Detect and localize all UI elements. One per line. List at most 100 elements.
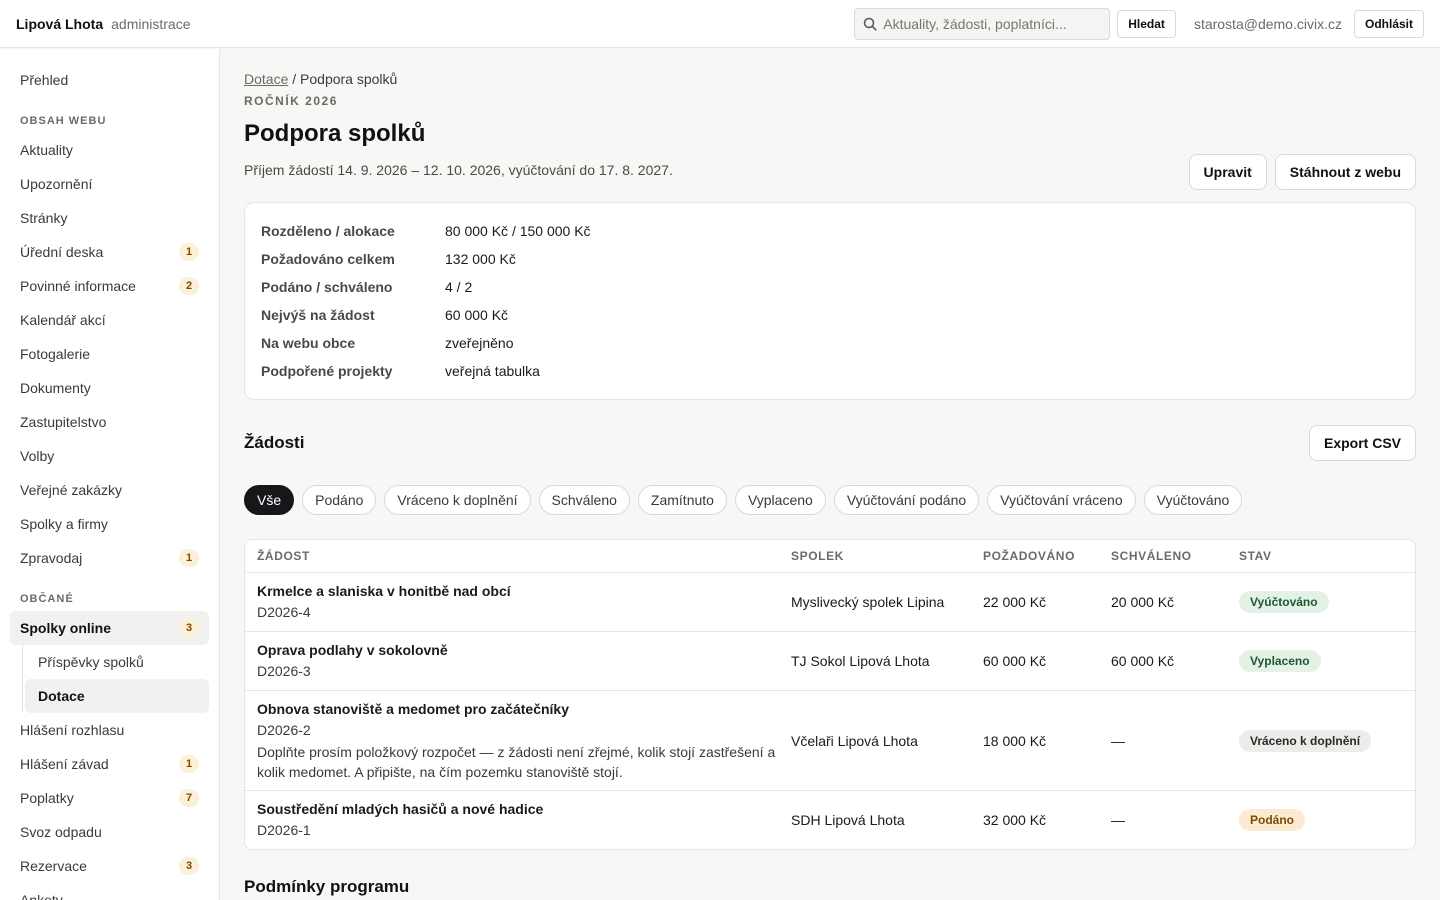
sidebar-item-ankety[interactable]: Ankety [10,883,209,900]
sidebar-item-label: Stránky [20,210,68,226]
request-cell: Oprava podlahy v sokolovně D2026-3 [245,640,791,682]
sidebar-item-hlaseni-rozhlasu[interactable]: Hlášení rozhlasu [10,713,209,747]
sidebar-section-citizens: Občané [20,593,74,605]
sidebar-item-label: Volby [20,448,55,464]
filter-chip-vyuctovano[interactable]: Vyúčtováno [1143,485,1243,515]
sidebar-item-label: Rezervace [20,858,87,874]
column-header: Schváleno [1111,549,1192,563]
sidebar-item-prispevky-spolku[interactable]: Příspěvky spolků [25,645,209,679]
sidebar-item-aktuality[interactable]: Aktuality [10,133,209,167]
request-title[interactable]: Oprava podlahy v sokolovně [257,640,779,660]
page-kicker: Ročník 2026 [244,94,338,108]
sidebar-item-svoz-odpadu[interactable]: Svoz odpadu [10,815,209,849]
sidebar-item-dotace[interactable]: Dotace [25,679,209,713]
summary-value: 4 / 2 [445,279,473,295]
filter-chip-vyplaceno[interactable]: Vyplaceno [734,485,826,515]
summary-row: Rozděleno / alokace 80 000 Kč / 150 000 K… [261,217,1399,245]
requested-amount: 32 000 Kč [983,812,1047,828]
table-row[interactable]: Obnova stanoviště a medomet pro začátečn… [245,691,1415,791]
brand-name[interactable]: Lipová Lhota [16,16,103,32]
sidebar-item-upozorneni[interactable]: Upozornění [10,167,209,201]
sidebar-item-label: Příspěvky spolků [38,654,144,670]
requested-amount: 60 000 Kč [983,653,1047,669]
sidebar-item-zpravodaj[interactable]: Zpravodaj 1 [10,541,209,575]
filter-chip-podano[interactable]: Podáno [302,485,377,515]
summary-row: Nejvýš na žádost 60 000 Kč [261,301,1399,329]
count-badge: 1 [179,243,199,261]
sidebar-section-web: Obsah webu [20,115,107,127]
status-cell: Vyplaceno [1239,650,1415,672]
count-badge: 1 [179,755,199,773]
sidebar-item-stranky[interactable]: Stránky [10,201,209,235]
filter-chip-vraceno-k-doplneni[interactable]: Vráceno k doplnění [384,485,531,515]
sidebar-item-kalendar-akci[interactable]: Kalendář akcí [10,303,209,337]
status-badge: Vyplaceno [1239,650,1321,672]
request-title[interactable]: Obnova stanoviště a medomet pro začátečn… [257,699,779,719]
unpublish-button[interactable]: Stáhnout z webu [1274,154,1416,190]
requests-title: Žádosti [244,433,305,452]
summary-label: Podpořené projekty [261,363,393,379]
request-id: D2026-1 [257,822,311,838]
sidebar-item-label: Kalendář akcí [20,312,106,328]
sidebar-item-povinne-informace[interactable]: Povinné informace 2 [10,269,209,303]
search-icon [864,17,877,31]
sidebar-item-volby[interactable]: Volby [10,439,209,473]
search-button[interactable]: Hledat [1117,9,1176,38]
sidebar-item-spolky-online[interactable]: Spolky online 3 [10,611,209,645]
sidebar-item-label: Poplatky [20,790,74,806]
sidebar-item-label: Zpravodaj [20,550,83,566]
table-row[interactable]: Oprava podlahy v sokolovně D2026-3 TJ Soko… [245,632,1415,691]
status-cell: Podáno [1239,809,1415,831]
organization-cell: SDH Lipová Lhota [791,812,905,828]
edit-button[interactable]: Upravit [1188,154,1267,190]
breadcrumb: Dotace / Podpora spolků [244,71,1416,89]
sidebar-item-verejne-zakazky[interactable]: Veřejné zakázky [10,473,209,507]
sidebar-item-rezervace[interactable]: Rezervace 3 [10,849,209,883]
organization-cell: TJ Sokol Lipová Lhota [791,653,930,669]
sidebar-item-label: Přehled [20,72,69,88]
organization-cell: Myslivecký spolek Lipina [791,594,945,610]
breadcrumb-link-dotace[interactable]: Dotace [244,71,288,87]
filter-chip-zamitnuto[interactable]: Zamítnuto [637,485,727,515]
request-title[interactable]: Krmelce a slaniska v honitbě nad obcí [257,581,779,601]
table-row[interactable]: Krmelce a slaniska v honitbě nad obcí D20… [245,573,1415,632]
approved-amount: — [1111,732,1125,749]
request-note: Doplňte prosím položkový rozpočet — z žá… [257,744,776,780]
sidebar-subnav: Příspěvky spolků Dotace [22,645,209,713]
breadcrumb-separator: / [292,71,297,87]
logout-button[interactable]: Odhlásit [1353,9,1424,38]
request-title[interactable]: Soustředění mladých hasičů a nové hadice [257,799,779,819]
status-cell: Vyúčtováno [1239,591,1415,613]
count-badge: 1 [179,549,199,567]
filter-chip-vyuctovani-podano[interactable]: Vyúčtování podáno [833,485,980,515]
summary-value: veřejná tabulka [445,363,540,379]
sidebar-item-overview[interactable]: Přehled [10,63,209,97]
summary-label: Podáno / schváleno [261,279,393,295]
page-title: Podpora spolků [244,120,426,147]
sidebar-item-spolky-a-firmy[interactable]: Spolky a firmy [10,507,209,541]
summary-label: Na webu obce [261,335,356,351]
organization-cell: Včelaři Lipová Lhota [791,732,918,749]
request-cell: Krmelce a slaniska v honitbě nad obcí D20… [245,581,791,623]
table-row[interactable]: Soustředění mladých hasičů a nové hadice… [245,791,1415,849]
page-subtitle: Příjem žádostí 14. 9. 2026 – 12. 10. 202… [244,162,673,178]
approved-amount: 20 000 Kč [1111,594,1175,610]
brand-subtitle: administrace [111,15,191,32]
filter-chip-vse[interactable]: Vše [244,485,295,515]
sidebar-item-zastupitelstvo[interactable]: Zastupitelstvo [10,405,209,439]
summary-card: Rozděleno / alokace 80 000 Kč / 150 000 K… [244,202,1416,400]
search-input[interactable] [883,15,1094,32]
sidebar-item-hlaseni-zavad[interactable]: Hlášení závad 1 [10,747,209,781]
filter-chip-schvaleno[interactable]: Schváleno [538,485,630,515]
sidebar-item-label: Ankety [20,892,63,900]
sidebar-item-poplatky[interactable]: Poplatky 7 [10,781,209,815]
export-csv-button[interactable]: Export CSV [1308,425,1416,461]
sidebar-item-uredni-deska[interactable]: Úřední deska 1 [10,235,209,269]
search-box[interactable] [854,7,1111,40]
filter-chip-vyuctovani-vraceno[interactable]: Vyúčtování vráceno [987,485,1136,515]
sidebar-item-label: Spolky online [20,620,112,636]
sidebar-item-label: Upozornění [20,176,93,192]
sidebar-item-fotogalerie[interactable]: Fotogalerie [10,337,209,371]
sidebar-item-dokumenty[interactable]: Dokumenty [10,371,209,405]
sidebar-item-label: Dokumenty [20,380,91,396]
